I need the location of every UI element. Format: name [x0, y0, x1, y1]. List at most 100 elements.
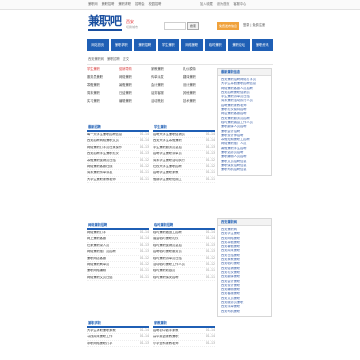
top-link[interactable]: 客服中心 [234, 2, 247, 6]
item-link[interactable]: 网上兼职客服 [87, 237, 106, 240]
item-link[interactable]: 网络兼职文员日结 [87, 276, 113, 279]
top-link[interactable]: 招聘会 [135, 2, 145, 6]
sidebar-link[interactable]: 西安司机兼职 [221, 310, 268, 314]
site-logo[interactable]: 兼职吧 [88, 15, 122, 31]
item-link[interactable]: 假期学生兼职短期工 [153, 178, 182, 181]
category-link[interactable]: 活动策划 [151, 99, 183, 104]
category-link[interactable]: 技术兼职 [183, 99, 215, 104]
breadcrumb-item[interactable]: 正文 [123, 57, 129, 61]
category-link[interactable]: 礼仪模特 [183, 67, 215, 72]
item-date: 01-14 [205, 138, 215, 143]
item-date: 01-14 [139, 230, 149, 235]
item-link[interactable]: 临时兼职保安招聘 [153, 276, 179, 279]
item-link[interactable]: 高中英语家教兼职 [153, 335, 179, 338]
login-register-link[interactable]: 登录 | 免费注册 [243, 23, 265, 27]
item-link[interactable]: 大学生求职兼职家教 [87, 329, 116, 332]
breadcrumb-item[interactable]: 西安兼职网 [88, 57, 104, 61]
item-link[interactable]: 小学全科家教老师 [153, 342, 179, 345]
nav-item[interactable]: 网站首页 [87, 39, 109, 51]
list-item: 假期学生兼职短期工 01-11 [153, 177, 215, 184]
category-link[interactable]: 家教兼职 [151, 67, 183, 72]
item-link[interactable]: 兼职网店客服 [87, 257, 106, 260]
item-link[interactable]: 网络兼职客服在线 [87, 165, 113, 168]
category-link[interactable]: 其他兼职 [183, 91, 215, 96]
item-link[interactable]: 周末学生兼职活动执行 [153, 159, 185, 162]
nav-item[interactable]: 临时兼职 [204, 39, 226, 51]
item-link[interactable]: 招聘学生兼职派单员 [153, 152, 182, 155]
top-link[interactable]: 兼职求职 [118, 2, 131, 6]
nav-item[interactable]: 兼职论坛 [228, 39, 250, 51]
item-link[interactable]: 临时兼职促销员急招 [153, 244, 182, 247]
item-link[interactable]: 在家兼职录入员 [87, 244, 109, 247]
item-link[interactable]: 招聘学生兼职家教 [153, 171, 179, 174]
item-link[interactable]: 活动临时兼职工作人员 [153, 263, 185, 266]
nav-item[interactable]: 兼职招聘 [134, 39, 156, 51]
switch-city-link[interactable]: 切换城市 [126, 26, 138, 29]
item-link[interactable]: 每一天学生兼职招聘信息 [87, 133, 122, 136]
category-link[interactable]: 设计兼职 [183, 83, 215, 88]
item-link[interactable]: 招聘大学生兼职促销员 [153, 133, 185, 136]
category-link[interactable]: 话务客服 [151, 91, 183, 96]
item-link[interactable]: 在校大学生兼职招聘 [153, 165, 182, 168]
top-link[interactable]: 校园招聘 [149, 2, 162, 6]
item-link[interactable]: 招聘临时兼职服务员 [153, 250, 182, 253]
list-item: 求职网络兼职打字 01-13 [87, 341, 149, 348]
item-link[interactable]: 展会临时兼职礼仪 [153, 237, 179, 240]
category-link[interactable]: 暑假兼职 [119, 83, 151, 88]
category-link[interactable]: 网络兼职 [119, 75, 151, 80]
nav-item[interactable]: 网络兼职 [181, 39, 203, 51]
item-link[interactable]: 西安招聘学生兼职礼仪 [87, 152, 119, 155]
category-link[interactable]: 学生兼职 [87, 67, 119, 72]
latest-info-box: 最新兼职信息 西安兼职招聘网络打字员 大学生寒假兼职招聘信息 网络兼职客服人员招聘西… [217, 68, 272, 176]
search-input[interactable] [164, 22, 186, 30]
item-date: 01-13 [139, 242, 149, 247]
item-link[interactable]: 西安大学生寒假兼职 [153, 139, 182, 142]
item-link[interactable]: 寒假兼职促销员日结 [87, 159, 116, 162]
category-link[interactable]: 编辑兼职 [119, 99, 151, 104]
item-link[interactable]: 招聘初中数学家教 [153, 329, 179, 332]
category-link[interactable]: 实习兼职 [87, 99, 119, 104]
category-link[interactable]: 会计兼职 [151, 83, 183, 88]
category-link[interactable]: 传单派发 [151, 75, 183, 80]
breadcrumb-item[interactable]: 兼职招聘 [107, 57, 120, 61]
item-link[interactable]: 求职网络兼职打字 [87, 342, 113, 345]
top-link[interactable]: 加入收藏 [200, 2, 213, 6]
item-date: 01-14 [205, 236, 215, 241]
item-link[interactable]: 临时兼职派单员日结 [153, 257, 182, 260]
nav-item[interactable]: 学生兼职 [157, 39, 179, 51]
category-link[interactable]: 日结兼职 [119, 91, 151, 96]
post-info-button[interactable]: 免费发布信息 [217, 22, 239, 30]
breadcrumb: 西安兼职网 兼职招聘 正文 [88, 57, 129, 61]
item-link[interactable]: 兼职网络编辑 [87, 269, 106, 272]
item-link[interactable]: 临时兼职搬运工招聘 [153, 231, 182, 234]
item-link[interactable]: 学生兼职服务员急招 [153, 146, 182, 149]
latest-info-title: 最新兼职信息 [218, 69, 271, 76]
top-link[interactable]: 设为首页 [217, 2, 230, 6]
sidebar-link[interactable]: 兼职司机招聘信息 [221, 168, 268, 172]
item-date: 01-12 [205, 262, 215, 267]
nav-item[interactable]: 兼职求职 [110, 39, 132, 51]
item-link[interactable]: 大学生兼职家教老师 [87, 178, 116, 181]
item-link[interactable]: 寻找周末兼职工作 [87, 335, 113, 338]
item-link[interactable]: 西安招聘网络兼职文员 [87, 139, 119, 142]
item-date: 01-13 [205, 151, 215, 156]
category-link[interactable]: 服务员兼职 [87, 75, 119, 80]
item-date: 01-13 [205, 144, 215, 149]
category-link[interactable]: 翻译兼职 [183, 75, 215, 80]
search-button[interactable]: 搜索 [187, 22, 199, 30]
item-link[interactable]: 周末兼职传单派发 [87, 171, 113, 174]
category-link[interactable]: 促销导购 [119, 67, 151, 72]
item-link[interactable]: 网络兼职打字员在家操作 [87, 146, 122, 149]
item-link[interactable]: 网络兼职推广员招聘 [87, 250, 116, 253]
top-link[interactable]: 兼职招聘 [102, 2, 115, 6]
category-link[interactable]: 周末兼职 [87, 91, 119, 96]
category-link[interactable]: 寒假兼职 [87, 83, 119, 88]
item-link[interactable]: 临时兼职收银员 [153, 269, 175, 272]
item-date: 01-14 [139, 132, 149, 137]
item-date: 01-14 [139, 236, 149, 241]
item-link[interactable]: 网络兼职刷单员 [87, 263, 109, 266]
item-link[interactable]: 网络兼职打字 [87, 231, 106, 234]
sidebar: 最新兼职信息 西安兼职招聘网络打字员 大学生寒假兼职招聘信息 网络兼职客服人员招聘西… [217, 68, 272, 182]
top-link[interactable]: 兼职网 [88, 2, 98, 6]
nav-item[interactable]: 兼职资讯 [251, 39, 273, 51]
